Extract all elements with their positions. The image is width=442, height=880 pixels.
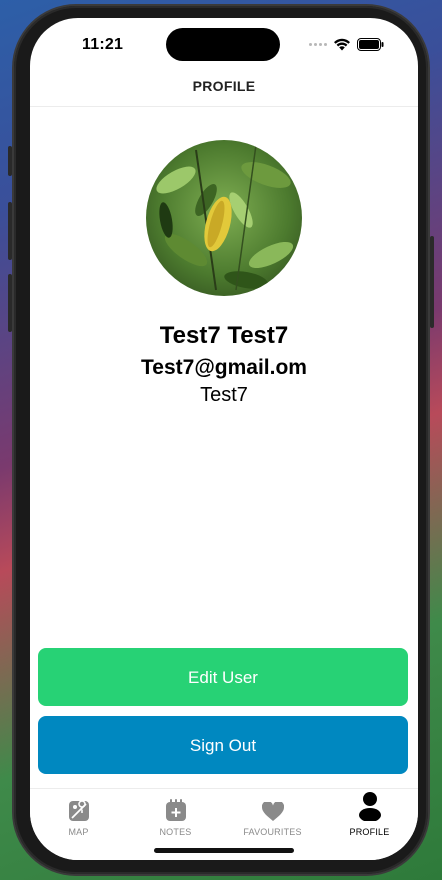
battery-icon (357, 38, 384, 51)
person-icon (358, 792, 381, 821)
notes-icon (165, 799, 186, 821)
tab-label: MAP (68, 827, 89, 837)
user-email: Test7@gmail.om (141, 356, 307, 379)
dynamic-island (166, 28, 280, 61)
power-button (430, 236, 434, 328)
tab-label: PROFILE (349, 827, 390, 837)
action-button (8, 146, 12, 176)
heart-icon (261, 802, 284, 821)
map-icon (68, 801, 89, 821)
tab-label: NOTES (159, 827, 192, 837)
volume-up-button (8, 202, 12, 260)
status-time: 11:21 (82, 36, 124, 53)
user-full-name: Test7 Test7 (159, 322, 289, 349)
volume-down-button (8, 274, 12, 332)
wifi-icon (334, 38, 350, 51)
leaf-photo-icon (146, 140, 302, 296)
edit-user-button[interactable]: Edit User (38, 648, 408, 706)
tab-map[interactable]: MAP (30, 789, 127, 841)
app-screen: 11:21 PROFILE Test7 Test7 Test7@gmail.om… (30, 18, 418, 860)
status-indicators (309, 38, 384, 51)
user-username: Test7 (200, 384, 248, 406)
sign-out-button[interactable]: Sign Out (38, 716, 408, 774)
home-indicator[interactable] (154, 848, 294, 853)
avatar (146, 140, 302, 296)
tab-profile[interactable]: PROFILE (321, 789, 418, 841)
nav-header: PROFILE (30, 66, 418, 107)
page-title: PROFILE (192, 78, 256, 94)
signal-icon (309, 43, 327, 46)
tab-label: FAVOURITES (243, 827, 302, 837)
tab-notes[interactable]: NOTES (127, 789, 224, 841)
tab-favourites[interactable]: FAVOURITES (224, 789, 321, 841)
